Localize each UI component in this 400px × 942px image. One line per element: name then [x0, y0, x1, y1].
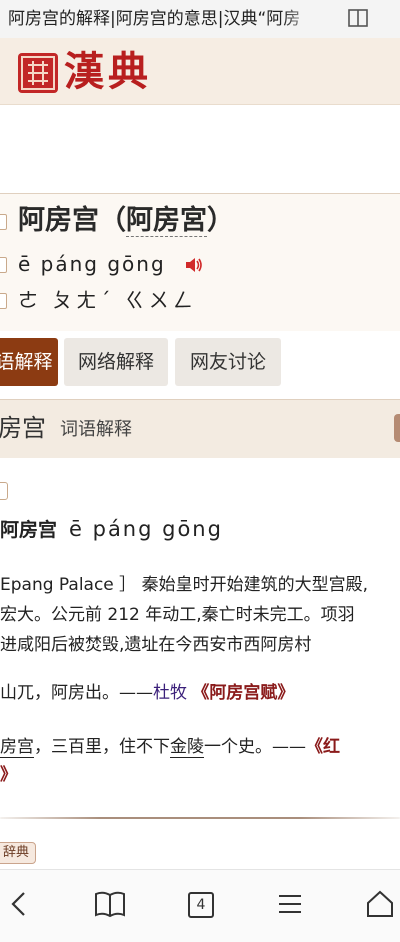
bullet-marker	[0, 293, 7, 309]
definition-content: 阿房宫 ē páng gōng Epang Palace ］ 秦始皇时开始建筑的大…	[0, 458, 400, 868]
menu-icon	[279, 895, 301, 913]
section-subtitle: 词语解释	[60, 419, 132, 440]
quote-term-link[interactable]: 金陵	[170, 737, 204, 758]
definition-line: 宏大。公元前 212 年动工,秦亡时未完工。项羽	[0, 605, 355, 625]
tab-user-discussion[interactable]: 网友讨论	[175, 338, 281, 386]
browser-title-bar: 阿房宫的解释|阿房宫的意思|汉典“阿房	[0, 0, 400, 39]
tab-word-explanation[interactable]: 语解释	[0, 338, 58, 386]
tab-web-explanation[interactable]: 网络解释	[64, 338, 168, 386]
logo-seal-icon[interactable]	[18, 53, 58, 93]
definition-tabs: 语解释 网络解释 网友讨论	[0, 331, 400, 397]
example-quote: 山兀，阿房出。——杜牧 《阿房宫赋》	[0, 683, 295, 703]
menu-button[interactable]	[270, 884, 310, 924]
chevron-left-icon	[11, 892, 25, 916]
decorative-divider	[0, 814, 400, 822]
site-header: 漢典	[0, 38, 400, 105]
definition-line: 进咸阳后被焚毁,遗址在今西安市西阿房村	[0, 635, 312, 655]
tag-marker	[0, 482, 8, 500]
definition-pinyin: ē páng gōng	[69, 517, 223, 541]
traditional-word[interactable]: 阿房宮	[126, 205, 207, 237]
tabs-button[interactable]: 4	[180, 884, 220, 924]
quote-author-link[interactable]: 杜牧	[153, 683, 187, 703]
section-header: 房宫 词语解释	[0, 399, 400, 459]
entry-zhuyin: ㄜ ㄆㄤˊ ㄍㄨㄥ	[18, 288, 197, 312]
home-button[interactable]	[360, 884, 400, 924]
example-quote: 房宫，三百里，住不下金陵一个史。——《红	[0, 737, 340, 758]
definition-word: 阿房宫	[0, 519, 58, 541]
definition-line: Epang Palace ］ 秦始皇时开始建筑的大型宫殿,	[0, 575, 368, 595]
entry-pinyin: ē páng gōng	[18, 252, 166, 276]
reader-mode-icon[interactable]	[348, 9, 368, 27]
definition-heading: 阿房宫 ē páng gōng	[0, 514, 223, 545]
simplified-word: 阿房宫	[18, 205, 99, 236]
quote-term-link[interactable]: 房宫	[0, 737, 34, 758]
section-toggle-button[interactable]	[394, 414, 400, 442]
home-icon	[367, 890, 393, 917]
site-logo[interactable]: 漢典	[64, 48, 152, 96]
example-quote-tail: 》	[0, 765, 17, 785]
entry-word: 阿房宫（阿房宮）	[18, 205, 234, 237]
entry-header: 阿房宫（阿房宮） ē páng gōng ㄜ ㄆㄤˊ ㄍㄨㄥ	[0, 193, 400, 332]
bookmarks-button[interactable]	[90, 884, 130, 924]
definition-text: Epang Palace ］ 秦始皇时开始建筑的大型宫殿, 宏大。公元前 212…	[0, 570, 400, 660]
source-badge[interactable]: 辞典	[0, 842, 37, 864]
book-icon	[95, 891, 125, 918]
tab-count-icon: 4	[188, 892, 214, 918]
quote-work-link[interactable]: 《阿房宫赋》	[192, 683, 294, 703]
speaker-icon[interactable]	[185, 258, 203, 272]
browser-bottom-nav: 4	[0, 869, 400, 942]
blank-banner	[0, 105, 400, 193]
bullet-marker	[0, 214, 7, 230]
back-button[interactable]	[0, 884, 40, 924]
section-title: 房宫	[0, 414, 46, 442]
quote-work-link[interactable]: 《红	[306, 737, 340, 757]
bullet-marker	[0, 257, 7, 273]
